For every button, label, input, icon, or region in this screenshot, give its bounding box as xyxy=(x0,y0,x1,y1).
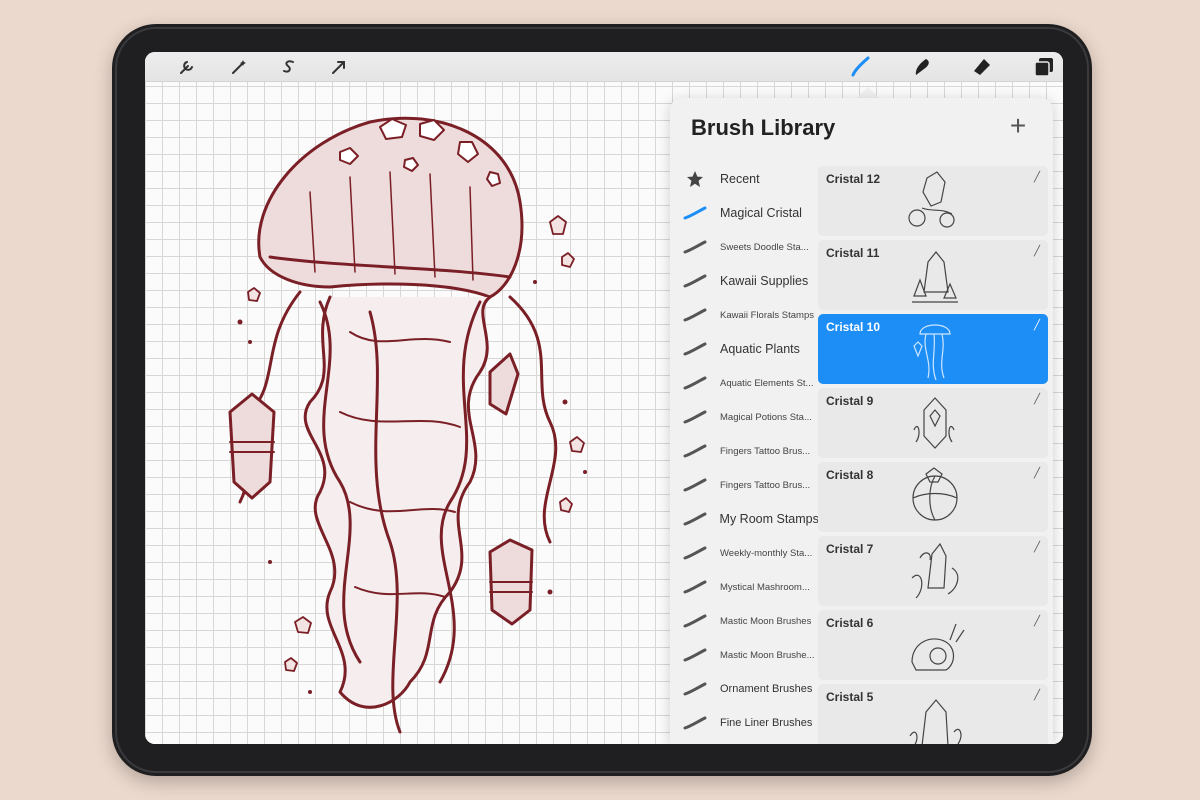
brush-stroke-icon xyxy=(670,716,720,730)
brush-stroke-icon xyxy=(670,274,720,288)
brush-set-label: Magical Cristal xyxy=(720,206,802,220)
brush-name: Cristal 11 xyxy=(826,246,880,260)
brush-item-cristal-12[interactable]: Cristal 12 ╱ xyxy=(818,166,1048,236)
brush-set-label: Fine Liner Brushes xyxy=(720,717,813,729)
brush-set-label: Sweets Doodle Sta... xyxy=(720,241,809,253)
brush-stroke-icon xyxy=(670,240,720,254)
brush-preview-thumbnail xyxy=(909,699,962,744)
brush-item-cristal-10[interactable]: Cristal 10 ╱ xyxy=(818,314,1048,384)
brush-preview-thumbnail xyxy=(911,542,959,599)
brush-preview-thumbnail xyxy=(913,324,951,381)
brush-set-item[interactable]: Kawaii Florals Stamps xyxy=(670,298,818,332)
brush-name: Cristal 6 xyxy=(826,616,874,630)
brush-stroke-icon: ╱ xyxy=(1033,172,1040,183)
brush-stroke-icon xyxy=(670,648,720,662)
panel-title: Brush Library xyxy=(691,115,836,140)
brush-set-item[interactable]: Weekly-monthly Sta... xyxy=(670,536,818,570)
brush-set-item[interactable]: Ornament Brushes xyxy=(670,672,818,706)
brush-set-label: Kawaii Florals Stamps xyxy=(720,309,814,321)
app-screen: Brush Library + Recent Magical Cristal S… xyxy=(145,52,1063,744)
brush-stroke-icon xyxy=(670,512,720,526)
brush-set-label: Aquatic Elements St... xyxy=(720,377,814,389)
brush-stroke-icon: ╱ xyxy=(1033,320,1040,331)
brush-set-item[interactable]: Fingers Tattoo Brus... xyxy=(670,468,818,502)
brush-name: Cristal 10 xyxy=(826,320,881,334)
add-brush-set-button[interactable]: + xyxy=(1003,112,1033,142)
smudge-icon[interactable] xyxy=(907,52,937,82)
brush-set-item[interactable]: Magical Potions Sta... xyxy=(670,400,818,434)
brush-set-label: Recent xyxy=(720,172,760,186)
brush-name: Cristal 5 xyxy=(826,690,874,704)
brush-name: Cristal 12 xyxy=(826,172,881,186)
brush-set-label: Aquatic Plants xyxy=(720,342,800,356)
brush-set-label: Mystical Mashroom... xyxy=(720,581,810,593)
star-icon xyxy=(670,170,720,188)
brush-set-item[interactable]: Mastic Moon Brushe... xyxy=(670,638,818,672)
layers-icon[interactable] xyxy=(1029,52,1059,82)
wrench-icon[interactable] xyxy=(175,55,199,79)
brush-library-panel: Brush Library + Recent Magical Cristal S… xyxy=(670,98,1053,744)
brush-set-item[interactable]: Aquatic Elements St... xyxy=(670,366,818,400)
brush-set-recent[interactable]: Recent xyxy=(670,162,818,196)
brush-set-label: Ornament Brushes xyxy=(720,683,813,695)
brush-icon[interactable] xyxy=(845,52,875,82)
top-toolbar xyxy=(145,52,1063,82)
brush-stroke-icon: ╱ xyxy=(1033,246,1040,257)
brush-set-item[interactable]: My Room Stamps xyxy=(670,502,818,536)
brush-set-label: Mastic Moon Brushe... xyxy=(720,649,815,661)
brush-stroke-icon xyxy=(670,444,720,458)
brush-stroke-icon xyxy=(670,478,720,492)
brush-stroke-icon xyxy=(670,682,720,696)
brush-stroke-icon xyxy=(670,342,720,356)
brush-set-item[interactable]: Fingers Tattoo Brus... xyxy=(670,434,818,468)
brush-preview-thumbnail xyxy=(912,251,958,303)
brush-stroke-icon: ╱ xyxy=(1033,690,1040,701)
brush-set-item[interactable]: Mastic Moon Brushes xyxy=(670,604,818,638)
brush-stroke-icon: ╱ xyxy=(1033,468,1040,479)
brush-name: Cristal 7 xyxy=(826,542,874,556)
brush-stroke-icon: ╱ xyxy=(1033,394,1040,405)
brush-stroke-icon: ╱ xyxy=(1033,542,1040,553)
brush-preview-thumbnail xyxy=(908,171,955,228)
brush-item-cristal-7[interactable]: Cristal 7 ╱ xyxy=(818,536,1048,606)
brush-stroke-icon xyxy=(670,580,720,594)
brush-set-label: Mastic Moon Brushes xyxy=(720,615,812,627)
brush-set-label: My Room Stamps xyxy=(719,512,818,526)
brush-stroke-icon: ╱ xyxy=(1033,616,1040,627)
brush-set-item[interactable]: Aquatic Plants xyxy=(670,332,818,366)
brush-item-cristal-11[interactable]: Cristal 11 ╱ xyxy=(818,240,1048,310)
brush-stroke-icon xyxy=(670,308,720,322)
brush-set-label: Fingers Tattoo Brus... xyxy=(720,479,811,491)
brush-stroke-icon xyxy=(670,614,720,628)
selection-s-icon[interactable] xyxy=(277,55,301,79)
jellyfish-artwork xyxy=(228,116,587,734)
brush-set-label: Weekly-monthly Sta... xyxy=(720,547,813,559)
brush-name: Cristal 9 xyxy=(826,394,874,408)
brush-item-cristal-8[interactable]: Cristal 8 ╱ xyxy=(818,462,1048,532)
brush-item-cristal-9[interactable]: Cristal 9 ╱ xyxy=(818,388,1048,458)
brush-item-cristal-6[interactable]: Cristal 6 ╱ xyxy=(818,610,1048,680)
brush-item-cristal-5[interactable]: Cristal 5 ╱ xyxy=(818,684,1048,744)
magic-wand-icon[interactable] xyxy=(227,55,251,79)
eraser-icon[interactable] xyxy=(967,52,997,82)
brush-stroke-icon xyxy=(670,410,720,424)
brush-set-label: Magical Potions Sta... xyxy=(720,411,812,423)
arrow-cursor-icon[interactable] xyxy=(327,55,351,79)
brush-set-item[interactable]: Fine Liner Brushes xyxy=(670,706,818,740)
brush-preview-thumbnail xyxy=(912,467,958,521)
brush-set-label: Kawaii Supplies xyxy=(720,274,809,288)
brush-set-label: Fingers Tattoo Brus... xyxy=(720,445,811,457)
brush-list: Cristal 12 ╱ Cristal 11 ╱ Cristal 10 ╱ C… xyxy=(818,162,1050,744)
brush-set-item[interactable]: Kawaii Supplies xyxy=(670,264,818,298)
brush-name: Cristal 8 xyxy=(826,468,874,482)
brush-set-list: Recent Magical Cristal Sweets Doodle Sta… xyxy=(670,162,818,742)
brush-stroke-icon xyxy=(670,546,720,560)
brush-set-item[interactable]: Mystical Mashroom... xyxy=(670,570,818,604)
brush-preview-thumbnail xyxy=(913,397,955,449)
brush-stroke-icon xyxy=(670,206,720,220)
brush-set-magical-cristal[interactable]: Magical Cristal xyxy=(670,196,818,230)
brush-set-item[interactable]: Sweets Doodle Sta... xyxy=(670,230,818,264)
brush-stroke-icon xyxy=(670,376,720,390)
brush-preview-thumbnail xyxy=(911,623,965,671)
